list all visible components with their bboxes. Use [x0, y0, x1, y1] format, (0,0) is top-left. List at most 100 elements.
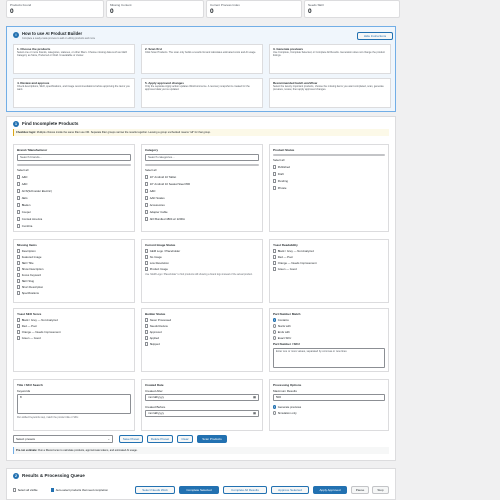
stop-button[interactable]: Stop	[372, 486, 389, 494]
checkbox[interactable]	[17, 224, 21, 228]
status-item[interactable]: Private	[273, 186, 286, 190]
checkbox[interactable]	[273, 255, 277, 259]
checkbox[interactable]	[145, 189, 149, 193]
missing-item[interactable]: SEO Title	[17, 261, 34, 265]
checkbox[interactable]	[17, 273, 21, 277]
checkbox[interactable]	[17, 210, 21, 214]
missing-item[interactable]: Short Description	[17, 285, 43, 289]
brand-item[interactable]: Cooper	[17, 210, 31, 214]
part-match-option[interactable]: Contains	[273, 318, 289, 322]
brand-item[interactable]: Comtek America	[17, 217, 42, 221]
pause-button[interactable]: Pause	[351, 486, 369, 494]
radio-button[interactable]	[273, 411, 277, 415]
checkbox[interactable]	[145, 342, 149, 346]
readability-item[interactable]: Orange — Needs Improvement	[273, 261, 317, 265]
checkbox[interactable]	[145, 196, 149, 200]
category-item[interactable]: 10" Android 10 Tablet	[145, 175, 176, 179]
radio-button[interactable]	[273, 405, 277, 409]
brand-search-input[interactable]: Search brands...	[17, 154, 131, 161]
delete-preset-button[interactable]: Delete Preset	[147, 435, 173, 443]
checkbox[interactable]	[145, 255, 149, 259]
checkbox[interactable]	[17, 279, 21, 283]
checkbox[interactable]	[17, 182, 21, 186]
checkbox[interactable]	[273, 172, 277, 176]
complete-all-results-button[interactable]: Complete All Results	[223, 486, 267, 494]
checkbox[interactable]	[145, 217, 149, 221]
builder-item[interactable]: Approved	[145, 330, 162, 334]
readability-item[interactable]: Black / Grey — Not Analyzed	[273, 249, 314, 253]
image-item[interactable]: GEM Logo / Placeholder	[145, 249, 180, 253]
brand-item[interactable]: Cumbria	[17, 224, 32, 228]
checkbox[interactable]	[273, 267, 277, 271]
missing-item[interactable]: Focus Keyword	[17, 273, 41, 277]
brand-select-all[interactable]: Select all	[17, 168, 28, 172]
missing-item[interactable]: Featured Image	[17, 255, 41, 259]
category-select-all[interactable]: Select all	[145, 168, 156, 172]
category-item[interactable]: Accessories	[145, 203, 165, 207]
checkbox[interactable]	[17, 175, 21, 179]
radio-button[interactable]	[273, 324, 277, 328]
checkbox[interactable]	[145, 210, 149, 214]
apply-approved-button[interactable]: Apply Approved	[313, 486, 347, 494]
checkbox[interactable]	[145, 261, 149, 265]
checkbox[interactable]	[145, 336, 149, 340]
checkbox[interactable]	[273, 179, 277, 183]
brand-item[interactable]: Bladen	[17, 203, 30, 207]
checkbox[interactable]	[17, 249, 21, 253]
category-item[interactable]: Adapter Cable	[145, 210, 168, 214]
checkbox[interactable]	[145, 182, 149, 186]
category-item[interactable]: 10" Android 10 Sealed Steel 800	[145, 182, 190, 186]
checkbox[interactable]	[145, 267, 149, 271]
checkbox[interactable]	[17, 189, 21, 193]
brand-item[interactable]: A&D	[17, 175, 27, 179]
checkbox[interactable]	[145, 175, 149, 179]
checkbox[interactable]	[273, 186, 277, 190]
created-after-input[interactable]: mm/dd/yyyy ▦	[145, 394, 259, 401]
checkbox[interactable]	[17, 196, 21, 200]
checkbox[interactable]	[17, 291, 21, 295]
image-item[interactable]: Product Image	[145, 267, 168, 271]
checkbox[interactable]	[145, 324, 149, 328]
created-before-input[interactable]: mm/dd/yyyy ▦	[145, 410, 259, 417]
checkbox[interactable]	[273, 261, 277, 265]
status-select-all[interactable]: Select all	[273, 158, 284, 162]
checkbox[interactable]	[17, 267, 21, 271]
readability-item[interactable]: Red — Poor	[273, 255, 293, 259]
checkbox[interactable]	[17, 336, 21, 340]
checkbox[interactable]	[17, 255, 21, 259]
clear-button[interactable]: Clear	[177, 435, 193, 443]
brand-scrollbar[interactable]	[17, 164, 131, 166]
calendar-icon[interactable]: ▦	[253, 411, 256, 416]
category-item[interactable]: ADI Bundled 4804 w/ 2200A	[145, 217, 185, 221]
checkbox[interactable]	[17, 330, 21, 334]
seo-score-item[interactable]: Orange — Needs Improvement	[17, 330, 61, 334]
status-item[interactable]: Draft	[273, 172, 284, 176]
hide-instructions-button[interactable]: Hide Instructions	[357, 32, 393, 40]
mode-option[interactable]: Generate previews	[273, 405, 301, 409]
status-item[interactable]: Pending	[273, 179, 288, 183]
seo-score-item[interactable]: Green — Good	[17, 336, 41, 340]
checkbox[interactable]	[51, 488, 55, 492]
builder-item[interactable]: Never Processed	[145, 318, 171, 322]
checkbox[interactable]	[145, 203, 149, 207]
part-match-option[interactable]: Ends with	[273, 330, 290, 334]
missing-item[interactable]: SEO Slug	[17, 279, 34, 283]
checkbox[interactable]	[17, 324, 21, 328]
checkbox[interactable]	[145, 318, 149, 322]
builder-item[interactable]: Skipped	[145, 342, 160, 346]
radio-button[interactable]	[273, 318, 277, 322]
brand-item[interactable]: AEG	[17, 196, 28, 200]
auto-select-needs[interactable]: Auto-select products that need completio…	[51, 488, 108, 492]
select-all-visible[interactable]: Select all visible	[13, 488, 38, 492]
checkbox[interactable]	[17, 203, 21, 207]
status-item[interactable]: Published	[273, 165, 290, 169]
keywords-textarea[interactable]: 8	[17, 394, 131, 414]
checkbox[interactable]	[17, 217, 21, 221]
scan-products-button[interactable]: Scan Products	[197, 435, 227, 443]
part-match-option[interactable]: Exact SKU	[273, 336, 291, 340]
status-scrollbar[interactable]	[273, 154, 385, 156]
seo-score-item[interactable]: Red — Poor	[17, 324, 37, 328]
image-item[interactable]: No Image	[145, 255, 162, 259]
checkbox[interactable]	[273, 249, 277, 253]
checkbox[interactable]	[17, 285, 21, 289]
